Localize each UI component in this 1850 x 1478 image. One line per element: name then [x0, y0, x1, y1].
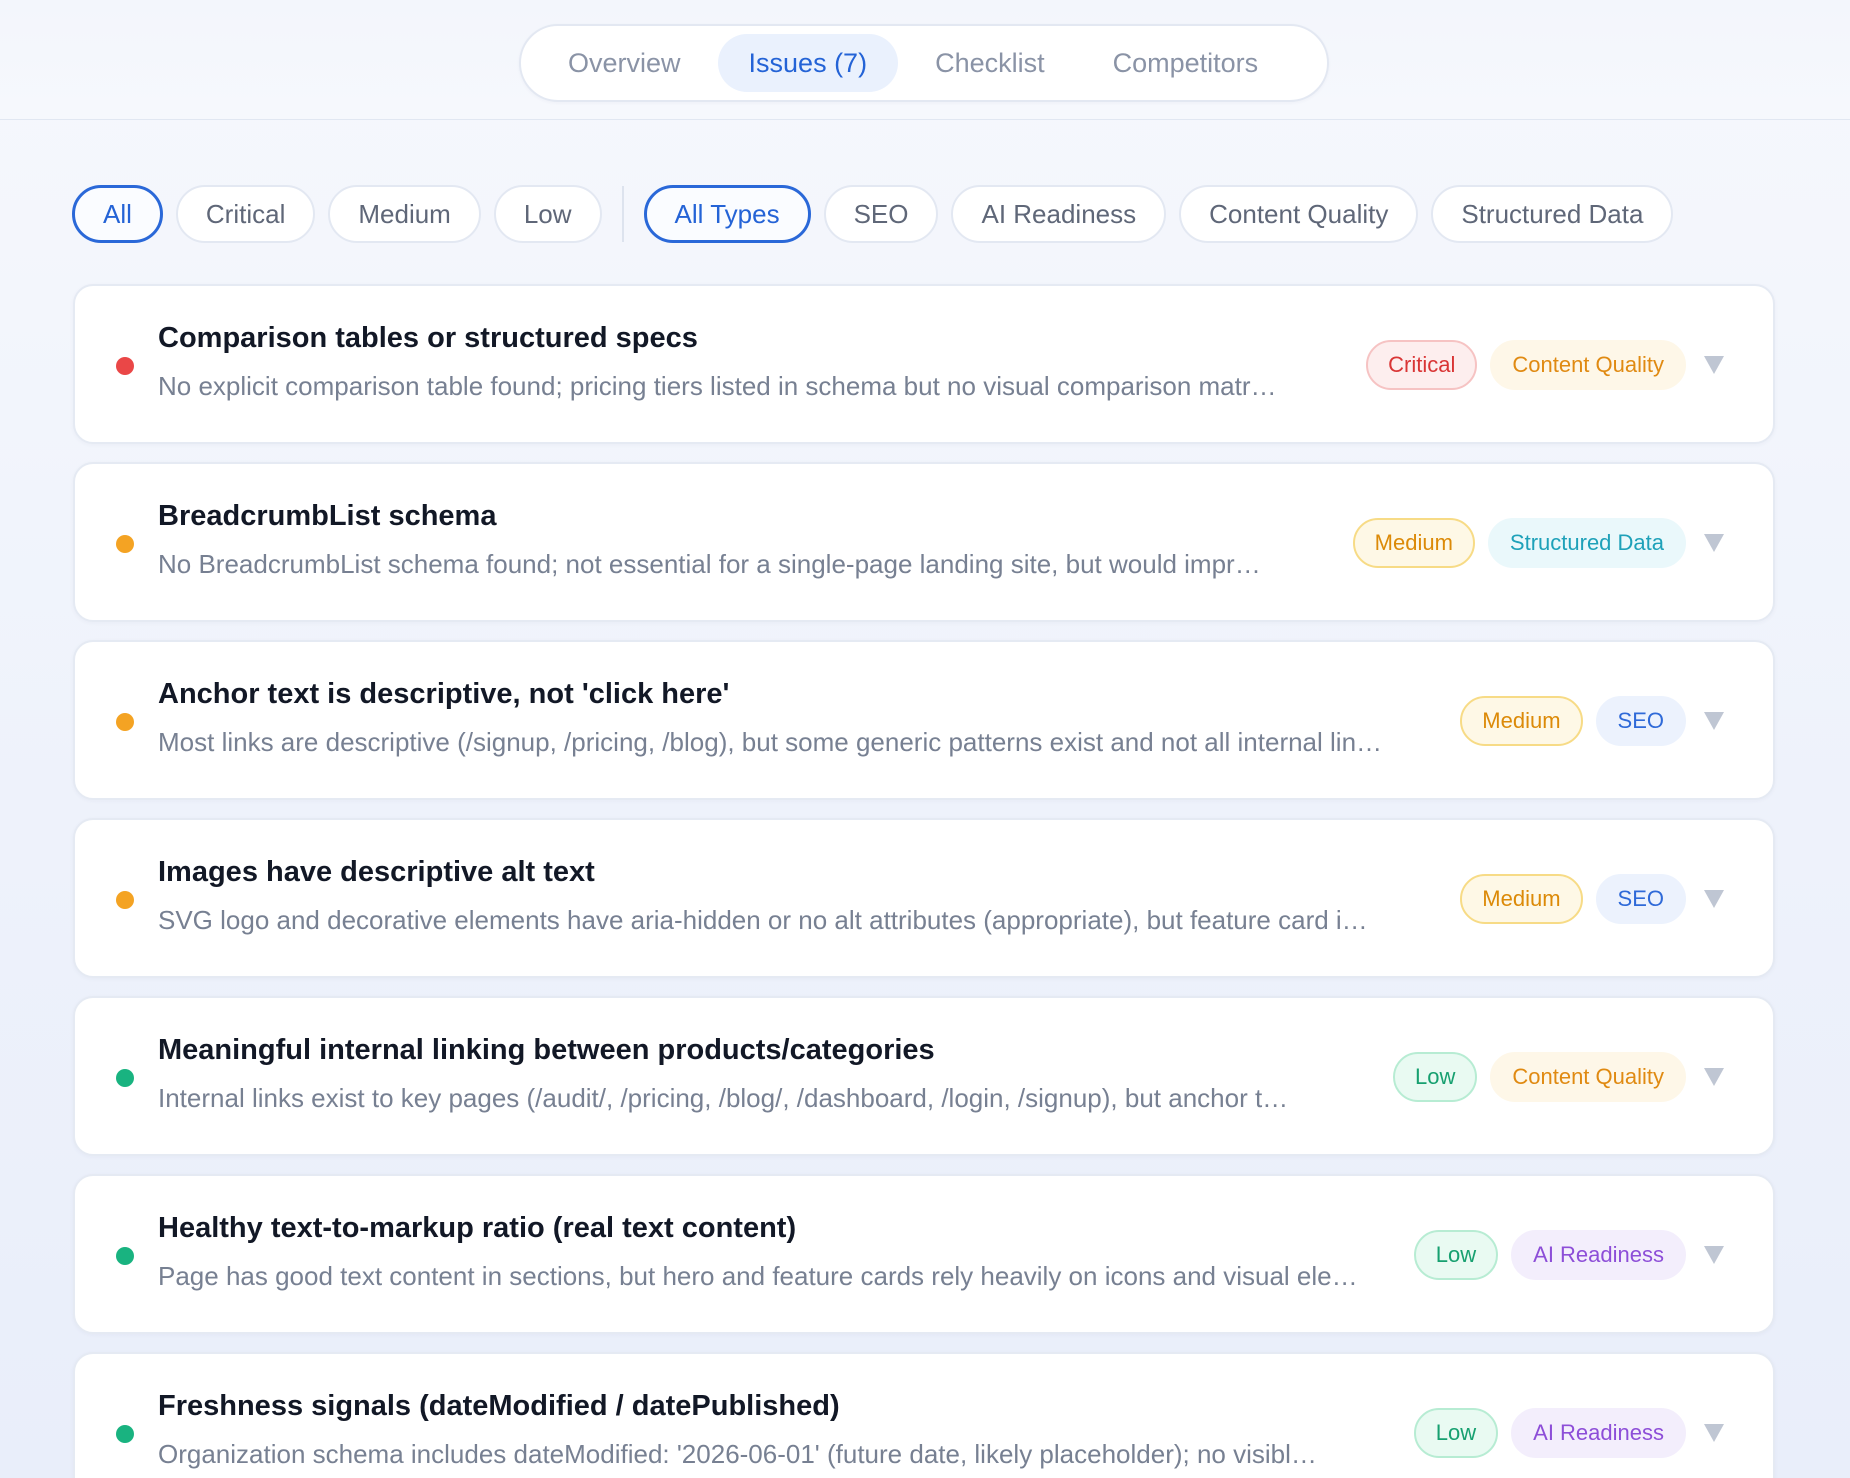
filter-type-ai-readiness[interactable]: AI Readiness [951, 185, 1167, 243]
category-badge: AI Readiness [1511, 1230, 1686, 1280]
issue-list: Comparison tables or structured specs No… [73, 284, 1775, 1478]
issue-description: Organization schema includes dateModifie… [158, 1439, 1317, 1469]
tab-competitors[interactable]: Competitors [1082, 34, 1290, 92]
tab-issues[interactable]: Issues (7) [717, 34, 899, 92]
severity-badge: Medium [1460, 696, 1583, 746]
issue-text: Images have descriptive alt text SVG log… [158, 856, 1368, 936]
issue-description: Most links are descriptive (/signup, /pr… [158, 727, 1383, 757]
issue-text: BreadcrumbList schema No BreadcrumbList … [158, 500, 1261, 580]
chevron-down-icon[interactable] [1704, 534, 1724, 552]
issue-text: Comparison tables or structured specs No… [158, 322, 1277, 402]
severity-badge: Low [1413, 1230, 1499, 1280]
filter-severity-critical[interactable]: Critical [175, 185, 316, 243]
issue-meta: Low Content Quality [1380, 1052, 1724, 1102]
issue-card[interactable]: BreadcrumbList schema No BreadcrumbList … [73, 462, 1775, 622]
chevron-down-icon[interactable] [1704, 890, 1724, 908]
severity-badge: Critical [1366, 340, 1478, 390]
tab-checklist[interactable]: Checklist [904, 34, 1076, 92]
issue-title: Freshness signals (dateModified / datePu… [158, 1390, 840, 1422]
chevron-down-icon[interactable] [1704, 712, 1724, 730]
issue-card[interactable]: Freshness signals (dateModified / datePu… [73, 1352, 1775, 1478]
issue-description: Page has good text content in sections, … [158, 1261, 1358, 1291]
category-badge: AI Readiness [1511, 1408, 1686, 1458]
severity-dot [116, 357, 134, 375]
filter-severity-low[interactable]: Low [493, 185, 602, 243]
severity-badge: Low [1393, 1052, 1478, 1102]
issue-description: Internal links exist to key pages (/audi… [158, 1083, 1289, 1113]
issue-text: Freshness signals (dateModified / datePu… [158, 1390, 1317, 1470]
issue-card[interactable]: Meaningful internal linking between prod… [73, 996, 1775, 1156]
severity-dot [116, 1247, 134, 1265]
chevron-down-icon[interactable] [1704, 1424, 1724, 1442]
chevron-down-icon[interactable] [1704, 356, 1724, 374]
issue-meta: Low AI Readiness [1401, 1408, 1724, 1458]
issue-description: No explicit comparison table found; pric… [158, 371, 1277, 401]
issue-text: Healthy text-to-markup ratio (real text … [158, 1212, 1358, 1292]
filter-type-structured-data[interactable]: Structured Data [1431, 185, 1674, 243]
issue-meta: Medium Structured Data [1340, 518, 1724, 568]
issue-card[interactable]: Anchor text is descriptive, not 'click h… [73, 640, 1775, 800]
issue-text: Anchor text is descriptive, not 'click h… [158, 678, 1382, 758]
severity-dot [116, 535, 134, 553]
issue-meta: Medium SEO [1447, 874, 1724, 924]
issue-card[interactable]: Healthy text-to-markup ratio (real text … [73, 1174, 1775, 1334]
filter-bar: All Critical Medium Low All Types SEO AI… [72, 185, 1686, 243]
severity-dot [116, 1069, 134, 1087]
filter-type-content-quality[interactable]: Content Quality [1179, 185, 1419, 243]
filter-severity-all[interactable]: All [72, 185, 163, 243]
severity-dot [116, 891, 134, 909]
filter-type-all[interactable]: All Types [643, 185, 811, 243]
severity-badge: Medium [1460, 874, 1583, 924]
issue-title: Comparison tables or structured specs [158, 322, 698, 354]
severity-badge: Medium [1352, 518, 1475, 568]
category-badge: Content Quality [1490, 340, 1686, 390]
issues-page: Overview Issues (7) Checklist Competitor… [0, 0, 1850, 1478]
category-badge: Structured Data [1487, 518, 1686, 568]
tab-bar: Overview Issues (7) Checklist Competitor… [519, 24, 1329, 102]
issue-description: SVG logo and decorative elements have ar… [158, 905, 1368, 935]
chevron-down-icon[interactable] [1704, 1068, 1724, 1086]
issue-card[interactable]: Comparison tables or structured specs No… [73, 284, 1775, 444]
issue-title: BreadcrumbList schema [158, 500, 497, 532]
category-badge: SEO [1595, 696, 1686, 746]
severity-dot [116, 1425, 134, 1443]
issue-text: Meaningful internal linking between prod… [158, 1034, 1288, 1114]
category-badge: SEO [1595, 874, 1686, 924]
tab-overview[interactable]: Overview [537, 34, 712, 92]
issue-meta: Low AI Readiness [1401, 1230, 1724, 1280]
issue-title: Images have descriptive alt text [158, 856, 595, 888]
issue-title: Healthy text-to-markup ratio (real text … [158, 1212, 797, 1244]
issue-title: Meaningful internal linking between prod… [158, 1034, 935, 1066]
filter-severity-medium[interactable]: Medium [328, 185, 481, 243]
issue-card[interactable]: Images have descriptive alt text SVG log… [73, 818, 1775, 978]
header-bar: Overview Issues (7) Checklist Competitor… [0, 0, 1850, 120]
chevron-down-icon[interactable] [1704, 1246, 1724, 1264]
severity-dot [116, 713, 134, 731]
issue-description: No BreadcrumbList schema found; not esse… [158, 549, 1261, 579]
severity-badge: Low [1413, 1408, 1499, 1458]
issue-meta: Critical Content Quality [1353, 340, 1724, 390]
issue-title: Anchor text is descriptive, not 'click h… [158, 678, 730, 710]
filter-type-seo[interactable]: SEO [823, 185, 939, 243]
filter-divider [621, 186, 624, 242]
category-badge: Content Quality [1490, 1052, 1686, 1102]
issue-meta: Medium SEO [1447, 696, 1724, 746]
